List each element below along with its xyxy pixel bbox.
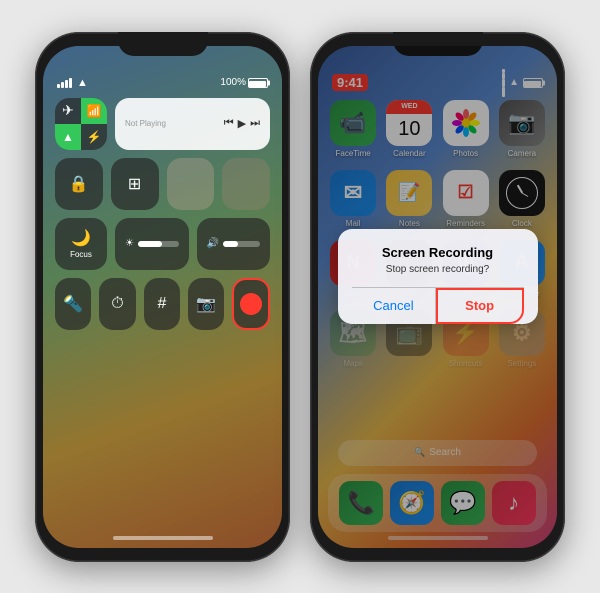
left-phone: ▲ 100% ✈ 📶 ▲ ⚡ <box>35 32 290 562</box>
play-button[interactable]: ▶ <box>238 117 246 130</box>
airplane-tile[interactable]: ✈ <box>55 98 81 124</box>
left-screen: ▲ 100% ✈ 📶 ▲ ⚡ <box>43 46 282 548</box>
record-dot <box>240 293 262 315</box>
cancel-button[interactable]: Cancel <box>352 288 436 324</box>
cc-row-3: 🌙 Focus ☀ 🔊 <box>55 218 270 270</box>
tile-4[interactable] <box>222 158 270 210</box>
homescreen-bg: 9:41 ▲ <box>318 46 557 548</box>
dialog-title: Screen Recording <box>352 245 524 260</box>
control-center-bg: ▲ 100% ✈ 📶 ▲ ⚡ <box>43 46 282 548</box>
moon-icon: 🌙 <box>71 228 91 248</box>
signal-bars <box>57 78 72 88</box>
dialog-message: Stop screen recording? <box>352 264 524 275</box>
right-screen: 9:41 ▲ <box>318 46 557 548</box>
dialog-overlay: Screen Recording Stop screen recording? … <box>318 46 557 548</box>
music-playing-label: Not Playing <box>125 119 166 128</box>
battery-icon <box>248 78 268 88</box>
wifi-icon: ▲ <box>77 77 88 89</box>
bluetooth-tile[interactable]: ⚡ <box>81 124 107 150</box>
home-bar-left[interactable] <box>113 536 213 540</box>
screen-record-tile[interactable] <box>232 278 270 330</box>
focus-tile[interactable]: 🌙 Focus <box>55 218 107 270</box>
brightness-tile[interactable]: ☀ <box>115 218 189 270</box>
cc-grid: ✈ 📶 ▲ ⚡ Not Playing ⏮ ▶ ⏭ <box>55 98 270 338</box>
focus-label: Focus <box>70 250 92 259</box>
dialog-buttons: Cancel Stop <box>352 288 524 324</box>
calculator-tile[interactable]: # <box>144 278 180 330</box>
cc-status-bar: ▲ 100% <box>57 74 268 92</box>
connectivity-pair[interactable]: ✈ 📶 ▲ ⚡ <box>55 98 107 150</box>
timer-tile[interactable]: ⏱ <box>99 278 135 330</box>
prev-button[interactable]: ⏮ <box>224 117 234 130</box>
cc-row-4: 🔦 ⏱ # 📷 <box>55 278 270 330</box>
battery-display: 100% <box>220 77 268 88</box>
screen-mirror-tile[interactable]: ⊞ <box>111 158 159 210</box>
lock-rotation-tile[interactable]: 🔒 <box>55 158 103 210</box>
stop-button[interactable]: Stop <box>436 288 524 324</box>
music-controls[interactable]: ⏮ ▶ ⏭ <box>224 117 260 130</box>
notch <box>118 32 208 56</box>
wifi-tile[interactable]: ▲ <box>55 124 81 150</box>
tile-3[interactable] <box>167 158 215 210</box>
volume-tile[interactable]: 🔊 <box>197 218 271 270</box>
right-phone: 9:41 ▲ <box>310 32 565 562</box>
cellular-tile[interactable]: 📶 <box>81 98 107 124</box>
dialog-box: Screen Recording Stop screen recording? … <box>338 229 538 324</box>
cc-row-1: ✈ 📶 ▲ ⚡ Not Playing ⏮ ▶ ⏭ <box>55 98 270 150</box>
music-widget[interactable]: Not Playing ⏮ ▶ ⏭ <box>115 98 270 150</box>
torch-tile[interactable]: 🔦 <box>55 278 91 330</box>
cc-row-2: 🔒 ⊞ <box>55 158 270 210</box>
next-button[interactable]: ⏭ <box>250 117 260 130</box>
camera-cc-tile[interactable]: 📷 <box>188 278 224 330</box>
